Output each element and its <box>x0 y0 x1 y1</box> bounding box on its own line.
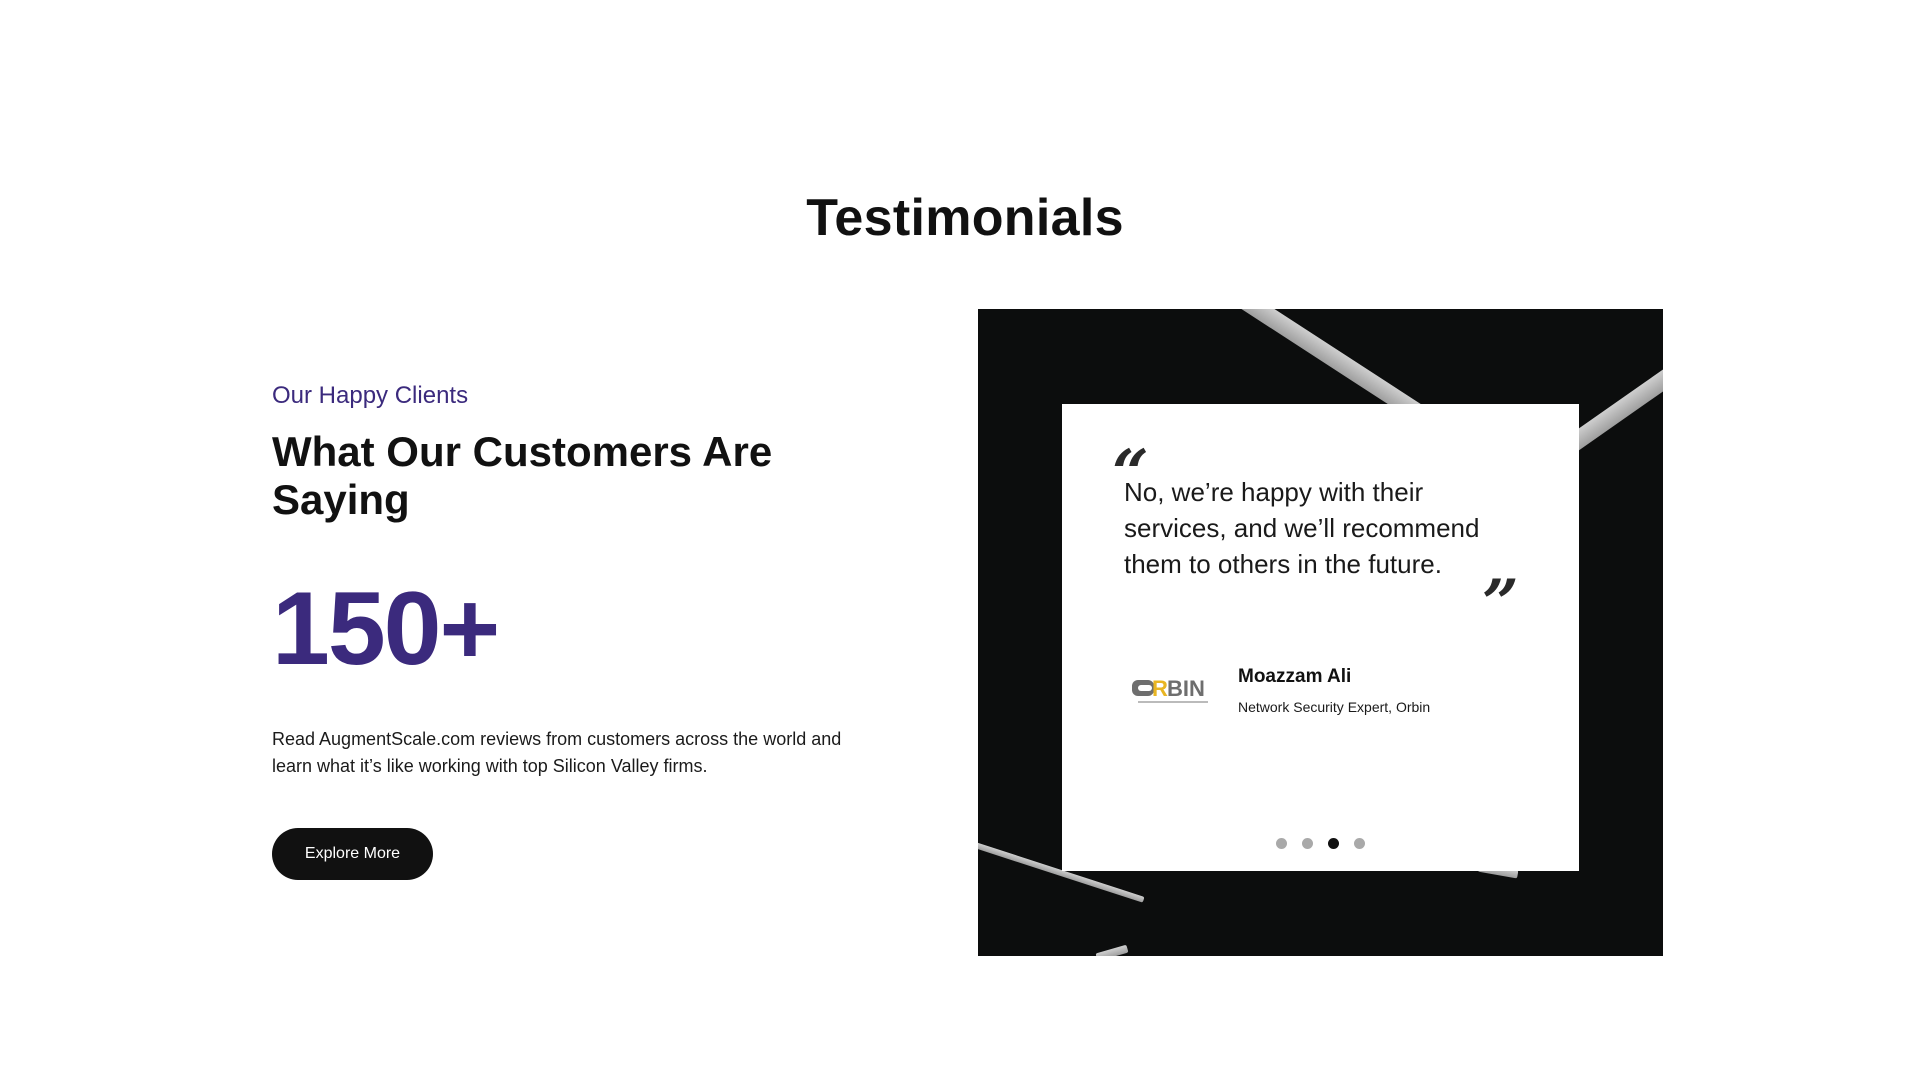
svg-text:BIN: BIN <box>1167 676 1205 701</box>
carousel-pagination <box>1276 838 1365 849</box>
carousel-dot[interactable] <box>1302 838 1313 849</box>
background-light-streak <box>1095 944 1129 956</box>
carousel-dot[interactable] <box>1354 838 1365 849</box>
testimonial-media-panel: “ No, we’re happy with their services, a… <box>978 309 1663 956</box>
background-light-streak <box>1567 344 1663 452</box>
close-quote-icon: ” <box>1482 566 1519 641</box>
orbin-logo-icon: R BIN <box>1132 676 1208 703</box>
eyebrow-label: Our Happy Clients <box>272 382 469 409</box>
explore-more-button[interactable]: Explore More <box>272 828 433 880</box>
intro-column: Our Happy Clients What Our Customers Are… <box>272 376 892 880</box>
testimonial-card: “ No, we’re happy with their services, a… <box>1062 404 1579 871</box>
headline: What Our Customers Are Saying <box>272 428 773 523</box>
svg-text:R: R <box>1152 676 1168 701</box>
carousel-dot[interactable] <box>1276 838 1287 849</box>
description-text: Read AugmentScale.com reviews from custo… <box>272 729 842 776</box>
author-role: Network Security Expert, Orbin <box>1238 699 1431 715</box>
testimonials-section: Testimonials Our Happy Clients What Our … <box>0 0 1920 1080</box>
section-title: Testimonials <box>806 189 1124 247</box>
client-counter: 150+ <box>272 571 500 687</box>
carousel-dot-active[interactable] <box>1328 838 1339 849</box>
author-name: Moazzam Ali <box>1238 666 1352 687</box>
testimonial-quote: No, we’re happy with their services, and… <box>1124 477 1480 579</box>
